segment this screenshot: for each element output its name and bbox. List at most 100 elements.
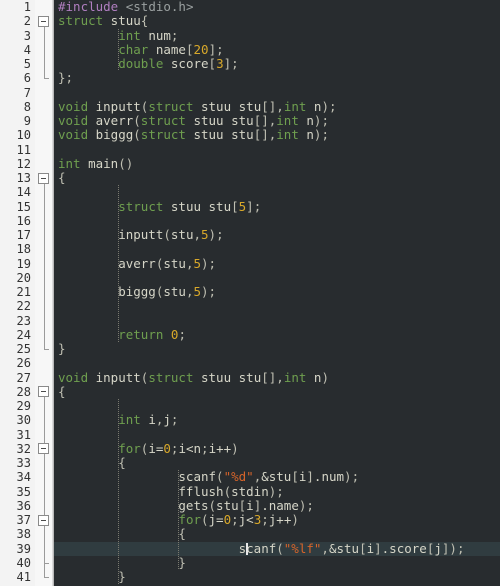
code-line[interactable]: { [54, 455, 500, 470]
code-line[interactable]: int main() [54, 155, 500, 171]
fold-connector-line [44, 26, 45, 79]
code-line-current[interactable]: scanf("%lf",&stu[i].score[j]); [54, 540, 500, 556]
code-line[interactable]: } [54, 569, 500, 584]
code-line[interactable]: inputt(stu,5); [54, 227, 500, 242]
fold-margin[interactable] [35, 0, 54, 586]
code-line[interactable] [54, 428, 500, 442]
line-number: 39 [16, 541, 31, 556]
code-line[interactable]: gets(stu[i].name); [54, 497, 500, 513]
code-line[interactable] [54, 299, 500, 313]
code-line[interactable]: } [54, 554, 500, 570]
code-token: () [118, 155, 134, 171]
code-line[interactable]: int num; [54, 28, 500, 43]
line-number: 5 [23, 57, 31, 71]
line-number: 37 [16, 513, 31, 527]
code-token: ; [351, 469, 360, 485]
fold-toggle-minus-icon[interactable] [38, 386, 49, 398]
code-line[interactable]: void inputt(struct stuu stu[],int n) [54, 369, 500, 385]
code-line[interactable]: { [54, 170, 500, 185]
code-line[interactable]: int i,j; [54, 413, 500, 427]
line-number: 12 [16, 156, 31, 171]
line-number: 7 [23, 85, 31, 100]
code-line[interactable]: void averr(struct stuu stu[],int n); [54, 113, 500, 128]
code-token: ; [253, 198, 262, 214]
code-line[interactable] [54, 214, 500, 228]
code-token: n [298, 127, 314, 143]
code-line[interactable]: averr(stu,5); [54, 255, 500, 271]
code-line[interactable]: #include <stdio.h> [54, 0, 500, 14]
line-number: 4 [23, 42, 31, 57]
code-line[interactable] [54, 356, 500, 370]
fold-toggle-minus-icon[interactable] [38, 514, 49, 526]
code-line[interactable]: for(j=0;j<3;j++) [54, 512, 500, 527]
code-token: stdin [231, 483, 269, 499]
fold-region-end-marker [44, 562, 49, 564]
code-line[interactable]: biggg(stu,5); [54, 284, 500, 299]
line-number: 13 [16, 171, 31, 185]
code-token: void [58, 113, 89, 128]
code-token: averr [58, 255, 156, 271]
line-number: 6 [23, 71, 31, 86]
line-number: 23 [16, 313, 31, 328]
code-token: #include [58, 0, 119, 14]
fold-region-end-marker [44, 78, 49, 80]
code-token: void [58, 98, 89, 114]
code-token: ) [201, 255, 209, 271]
code-line[interactable]: void biggg(struct stuu stu[],int n); [54, 128, 500, 142]
code-token: averr [88, 113, 134, 128]
code-line[interactable] [54, 271, 500, 285]
code-token: ; [306, 497, 314, 513]
code-line[interactable]: double score[3]; [54, 56, 500, 71]
code-token: int [58, 155, 81, 171]
code-line[interactable]: fflush(stdin); [54, 483, 500, 499]
code-token: n [298, 113, 314, 128]
code-line[interactable]: char name[20]; [54, 41, 500, 57]
code-token: ( [208, 497, 217, 513]
code-token: .name [261, 497, 299, 513]
code-line[interactable]: void inputt(struct stuu stu[],int n); [54, 98, 500, 114]
line-number: 21 [16, 285, 31, 299]
code-line[interactable]: { [54, 383, 500, 399]
line-number: 10 [16, 128, 31, 143]
code-token: ( [216, 469, 224, 485]
code-token: int [276, 113, 299, 128]
code-line[interactable] [54, 143, 500, 157]
code-line[interactable] [54, 185, 500, 199]
code-line[interactable] [54, 242, 500, 256]
code-token: struct [148, 369, 194, 385]
code-token: void [58, 369, 89, 385]
code-token: char [118, 41, 149, 57]
fold-toggle-minus-icon[interactable] [38, 172, 49, 184]
fold-toggle-minus-icon[interactable] [38, 15, 49, 27]
code-line[interactable] [54, 399, 500, 413]
code-token: score [163, 56, 209, 71]
fold-toggle-minus-icon[interactable] [38, 443, 49, 455]
code-line[interactable]: for(i=0;i<n;i++) [54, 440, 500, 456]
line-number: 24 [16, 327, 31, 342]
code-token: ] [223, 56, 232, 71]
code-token: j [163, 412, 171, 428]
code-token: "%d" [223, 469, 254, 485]
code-line[interactable]: struct stuu stu[5]; [54, 198, 500, 214]
code-line[interactable]: struct stuu{ [54, 14, 500, 28]
code-line[interactable] [54, 86, 500, 100]
code-token: stuu stu [185, 127, 254, 143]
code-token: stuu stu [193, 369, 262, 385]
code-line[interactable]: { [54, 527, 500, 541]
line-number: 34 [16, 470, 31, 485]
line-number: 8 [23, 99, 31, 114]
code-token: struct [148, 98, 194, 114]
code-line[interactable]: scanf("%d",&stu[i].num); [54, 470, 500, 484]
code-token: { [58, 383, 66, 399]
code-content-area[interactable]: #include <stdio.h> struct stuu{ int num; … [54, 0, 500, 586]
code-line[interactable]: }; [54, 71, 500, 85]
code-token: j [434, 540, 442, 556]
code-line[interactable]: return 0; [54, 327, 500, 342]
code-line[interactable]: } [54, 341, 500, 356]
code-token: } [58, 554, 186, 570]
code-token: ; [456, 540, 465, 556]
code-line[interactable] [54, 314, 500, 328]
line-number: 11 [16, 142, 31, 157]
code-token: i++ [208, 440, 232, 456]
